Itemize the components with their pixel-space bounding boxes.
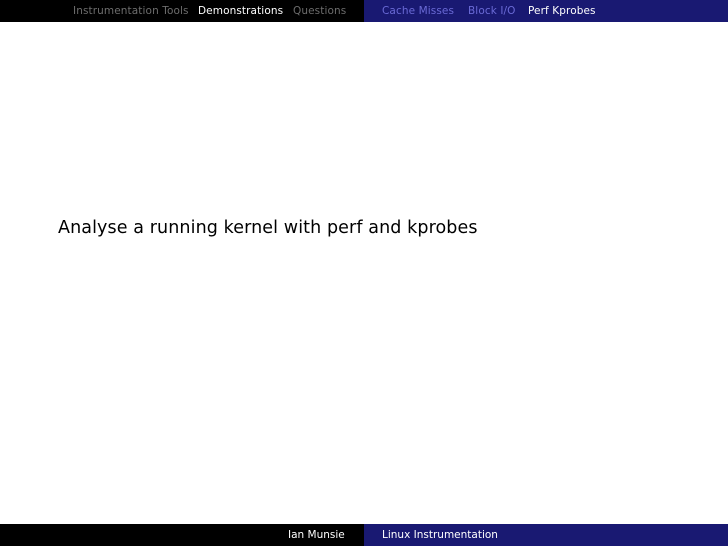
footer-author-panel: Ian Munsie xyxy=(0,524,364,546)
footer-bar: Ian Munsie Linux Instrumentation xyxy=(0,524,728,546)
nav-section-demonstrations[interactable]: Demonstrations xyxy=(198,5,283,17)
slide-heading: Analyse a running kernel with perf and k… xyxy=(58,218,478,238)
nav-subsection-cache-misses[interactable]: Cache Misses xyxy=(382,5,454,17)
section-nav: Instrumentation Tools Demonstrations Que… xyxy=(0,0,364,22)
footer-title: Linux Instrumentation xyxy=(382,529,498,541)
subsection-nav: Cache Misses Block I/O Perf Kprobes xyxy=(364,0,728,22)
footer-title-panel: Linux Instrumentation xyxy=(364,524,728,546)
nav-subsection-perf-kprobes[interactable]: Perf Kprobes xyxy=(528,5,596,17)
nav-section-questions[interactable]: Questions xyxy=(293,5,346,17)
footer-author: Ian Munsie xyxy=(288,529,345,541)
nav-subsection-block-io[interactable]: Block I/O xyxy=(468,5,516,17)
nav-section-instrumentation-tools[interactable]: Instrumentation Tools xyxy=(73,5,189,17)
header-nav-bar: Instrumentation Tools Demonstrations Que… xyxy=(0,0,728,22)
